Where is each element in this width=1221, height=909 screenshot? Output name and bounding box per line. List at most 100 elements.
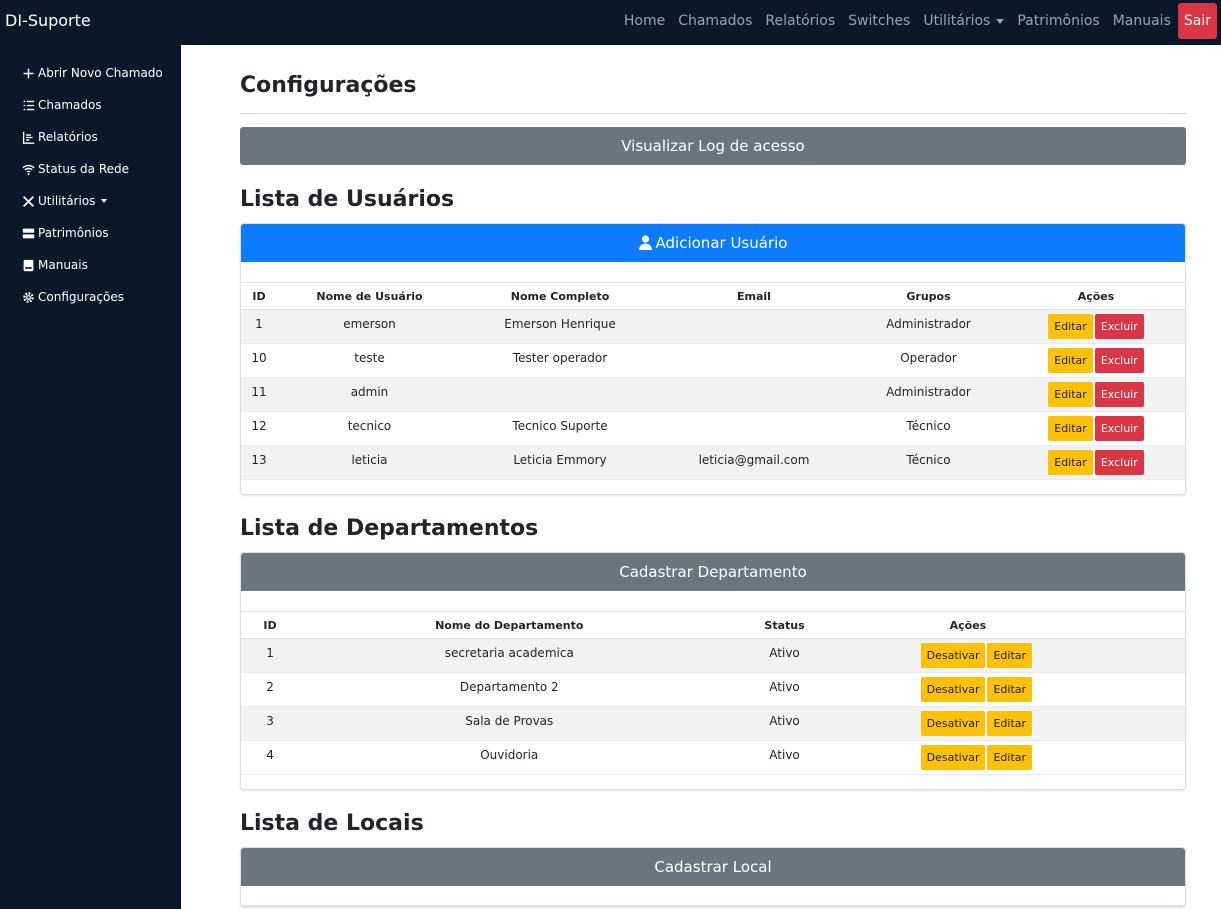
deactivate-department-button[interactable]: Desativar [920, 711, 986, 736]
nav-home[interactable]: Home [624, 13, 665, 29]
cell-group: Administrador [850, 377, 1007, 412]
col-department-name: Nome do Departamento [299, 611, 720, 639]
users-card: Adicionar Usuário ID Nome de Usuário Nom… [240, 223, 1186, 495]
delete-user-button[interactable]: Excluir [1094, 314, 1144, 339]
top-navbar: DI-Suporte Home Chamados Relatórios Swit… [0, 0, 1221, 45]
edit-department-button[interactable]: Editar [987, 711, 1033, 736]
delete-user-button[interactable]: Excluir [1094, 416, 1144, 441]
cell-actions: Editar Excluir [1007, 411, 1185, 446]
plus-icon [22, 67, 35, 80]
cell-actions: Desativar Editar [849, 672, 1185, 707]
table-header-row: ID Nome de Usuário Nome Completo Email G… [241, 282, 1185, 310]
deactivate-department-button[interactable]: Desativar [920, 745, 986, 770]
table-row: 2 Departamento 2 Ativo Desativar Editar [241, 672, 1185, 707]
col-actions: Ações [1007, 282, 1185, 310]
cell-email: leticia@gmail.com [658, 445, 850, 480]
nav-switches[interactable]: Switches [848, 13, 910, 29]
departments-section-title: Lista de Departamentos [240, 516, 539, 541]
cell-id: 11 [241, 377, 277, 412]
cell-actions: Editar Excluir [1007, 445, 1185, 480]
table-row: 4 Ouvidoria Ativo Desativar Editar [241, 740, 1185, 775]
tools-icon [22, 195, 35, 208]
add-department-button[interactable]: Cadastrar Departamento [241, 553, 1185, 591]
cell-id: 2 [241, 672, 300, 707]
cell-actions: Editar Excluir [1007, 343, 1185, 378]
edit-user-button[interactable]: Editar [1048, 348, 1093, 373]
edit-user-button[interactable]: Editar [1048, 314, 1093, 339]
cell-actions: Editar Excluir [1007, 377, 1185, 412]
edit-user-button[interactable]: Editar [1048, 450, 1093, 475]
delete-user-button[interactable]: Excluir [1094, 450, 1144, 475]
cell-id: 13 [241, 445, 277, 480]
nav-utilitarios-dropdown[interactable]: Utilitários [923, 13, 1005, 29]
brand-logo[interactable]: DI-Suporte [5, 11, 91, 30]
edit-department-button[interactable]: Editar [987, 677, 1033, 702]
book-icon [22, 259, 35, 272]
nav-chamados[interactable]: Chamados [678, 13, 752, 29]
top-nav: Home Chamados Relatórios Switches Utilit… [611, 2, 1217, 40]
sidebar-item-relatorios[interactable]: Relatórios [0, 121, 181, 153]
sidebar-item-novo-chamado[interactable]: Abrir Novo Chamado [0, 57, 181, 89]
edit-department-button[interactable]: Editar [987, 643, 1033, 668]
col-status: Status [719, 611, 850, 639]
sidebar-item-manuais[interactable]: Manuais [0, 249, 181, 281]
divider [240, 113, 1186, 114]
users-table: ID Nome de Usuário Nome Completo Email G… [241, 282, 1185, 480]
cell-department-name: Departamento 2 [299, 672, 720, 707]
edit-user-button[interactable]: Editar [1048, 382, 1093, 407]
delete-user-button[interactable]: Excluir [1094, 348, 1144, 373]
cell-email [658, 377, 850, 412]
list-icon [22, 99, 35, 112]
nav-manuais[interactable]: Manuais [1113, 13, 1171, 29]
edit-department-button[interactable]: Editar [987, 745, 1033, 770]
delete-user-button[interactable]: Excluir [1094, 382, 1144, 407]
col-id: ID [241, 282, 277, 310]
cell-id: 10 [241, 343, 277, 378]
sidebar-item-status-rede[interactable]: Status da Rede [0, 153, 181, 185]
cell-username: emerson [277, 309, 462, 344]
col-groups: Grupos [850, 282, 1007, 310]
sidebar-item-label: Manuais [38, 258, 88, 272]
chevron-down-icon [101, 199, 108, 203]
cell-group: Técnico [850, 411, 1007, 446]
cell-actions: Editar Excluir [1007, 309, 1185, 344]
view-access-log-button[interactable]: Visualizar Log de acesso [240, 127, 1186, 165]
table-row: 1 secretaria academica Ativo Desativar Ed… [241, 638, 1185, 673]
deactivate-department-button[interactable]: Desativar [920, 643, 986, 668]
sidebar-item-utilitarios[interactable]: Utilitários [0, 185, 181, 217]
cell-group: Administrador [850, 309, 1007, 344]
nav-patrimonios[interactable]: Patrimônios [1017, 13, 1099, 29]
col-email: Email [658, 282, 850, 310]
add-location-button[interactable]: Cadastrar Local [241, 848, 1185, 886]
cell-fullname: Tester operador [462, 343, 658, 378]
cell-fullname: Leticia Emmory [462, 445, 658, 480]
nav-relatorios[interactable]: Relatórios [765, 13, 835, 29]
sidebar-item-label: Chamados [38, 98, 102, 112]
sidebar-item-label: Configurações [38, 290, 124, 304]
table-row: 13 leticia Leticia Emmory leticia@gmail.… [241, 445, 1185, 480]
cell-status: Ativo [719, 672, 850, 707]
cell-department-name: secretaria academica [299, 638, 720, 673]
sidebar: Abrir Novo Chamado Chamados Relatórios S… [0, 45, 181, 909]
deactivate-department-button[interactable]: Desativar [920, 677, 986, 702]
cell-group: Operador [850, 343, 1007, 378]
sidebar-item-configuracoes[interactable]: Configurações [0, 281, 181, 313]
page-title: Configurações [240, 73, 417, 98]
cell-id: 4 [241, 740, 300, 775]
sidebar-item-label: Relatórios [38, 130, 98, 144]
sidebar-item-label: Utilitários [38, 194, 96, 208]
cell-status: Ativo [719, 740, 850, 775]
cell-actions: Desativar Editar [849, 638, 1185, 673]
cell-email [658, 411, 850, 446]
locations-section-title: Lista de Locais [240, 811, 424, 836]
departments-card: Cadastrar Departamento ID Nome do Depart… [240, 552, 1186, 790]
col-actions: Ações [849, 611, 1185, 639]
sidebar-item-patrimonios[interactable]: Patrimônios [0, 217, 181, 249]
sidebar-item-chamados[interactable]: Chamados [0, 89, 181, 121]
cell-department-name: Ouvidoria [299, 740, 720, 775]
add-user-button[interactable]: Adicionar Usuário [241, 224, 1185, 262]
edit-user-button[interactable]: Editar [1048, 416, 1093, 441]
bar-chart-icon [22, 131, 35, 144]
sidebar-item-label: Patrimônios [38, 226, 109, 240]
logout-button[interactable]: Sair [1177, 3, 1217, 39]
